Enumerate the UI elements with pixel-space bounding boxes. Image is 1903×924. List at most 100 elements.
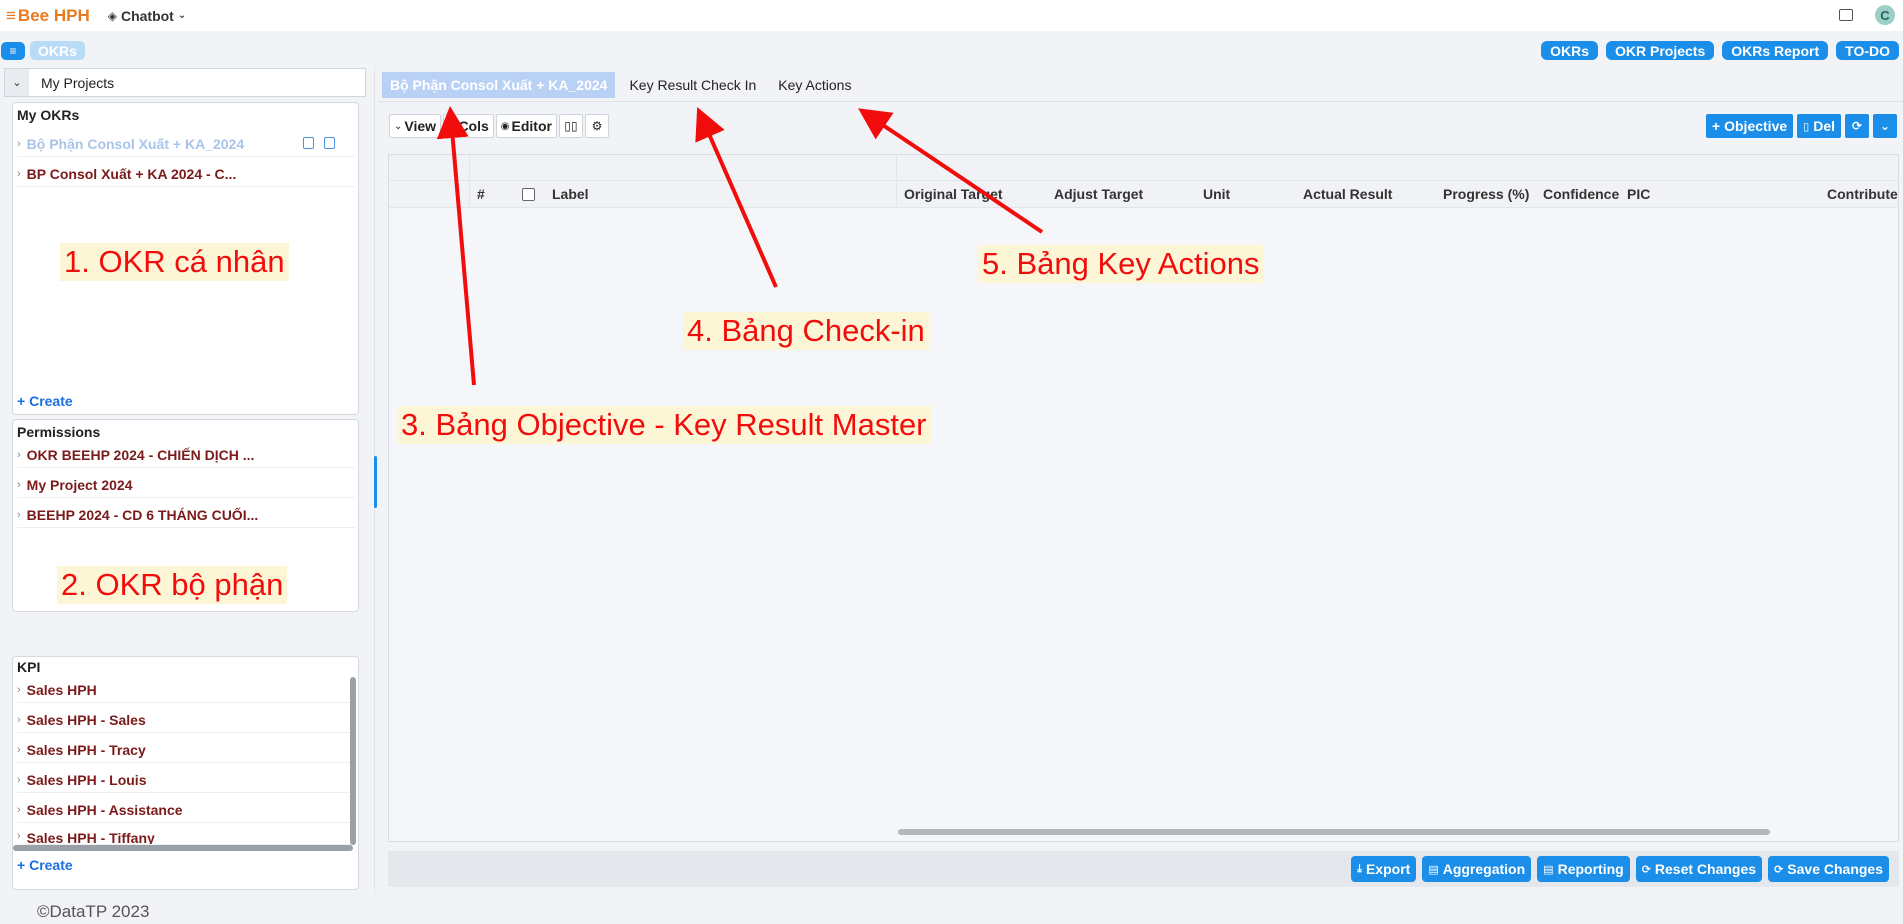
grid-toolbar: ⌄ View ⌄ Cols ◉ Editor ▯▯ ⚙: [389, 114, 609, 138]
permission-item[interactable]: › OKR BEEHP 2024 - CHIẾN DỊCH ...: [17, 442, 355, 468]
gear-icon[interactable]: ⚙: [584, 114, 609, 138]
hamburger-icon[interactable]: ≡: [6, 6, 16, 26]
reporting-label: Reporting: [1557, 861, 1624, 877]
col-contribute[interactable]: Contribute: [1827, 186, 1898, 202]
module-bar: ≡ OKRs OKRs OKR Projects OKRs Report TO-…: [0, 38, 1903, 63]
col-label[interactable]: Label: [552, 186, 589, 202]
trash-icon: ▯: [1803, 120, 1810, 133]
view-button[interactable]: ⌄ View: [389, 114, 442, 138]
kpi-item-label: Sales HPH - Assistance: [26, 801, 183, 818]
edit-icon[interactable]: [303, 137, 314, 149]
my-okr-item-label: BP Consol Xuất + KA 2024 - C...: [26, 165, 237, 182]
col-progress[interactable]: Progress (%): [1443, 186, 1529, 202]
file-icon: ▤: [1543, 863, 1554, 876]
kpi-horizontal-scrollbar[interactable]: [13, 845, 353, 851]
nav-okr-projects[interactable]: OKR Projects: [1605, 41, 1715, 60]
chevron-right-icon: ›: [17, 137, 21, 150]
kpi-item[interactable]: › Sales HPH - Tiffany: [17, 827, 355, 845]
module-chip[interactable]: OKRs: [30, 41, 85, 60]
avatar[interactable]: C: [1875, 5, 1895, 25]
chatbot-label: Chatbot: [120, 7, 174, 24]
select-all-checkbox[interactable]: [522, 188, 535, 201]
chevron-down-icon: ⌄: [177, 10, 187, 21]
eye-icon: ◉: [500, 120, 510, 132]
objective-label: Objective: [1724, 118, 1788, 134]
create-okr-button[interactable]: + Create: [17, 393, 73, 409]
export-button[interactable]: ⤓ Export: [1351, 856, 1417, 882]
kpi-vertical-scrollbar[interactable]: [350, 677, 356, 845]
module-nav: OKRs OKR Projects OKRs Report TO-DO: [1541, 41, 1899, 60]
add-objective-button[interactable]: + Objective: [1705, 114, 1794, 138]
my-okr-item-label: Bộ Phận Consol Xuất + KA_2024: [26, 135, 245, 152]
grid-body: [389, 208, 1898, 841]
sidebar: ⌄ My Projects My OKRs › Bộ Phận Consol X…: [0, 66, 370, 894]
kpi-item[interactable]: › Sales HPH - Louis: [17, 767, 355, 793]
tab-divider: [378, 101, 1903, 102]
create-kpi-button[interactable]: + Create: [17, 857, 73, 873]
chevron-down-icon: ⌄: [394, 120, 403, 132]
book-icon[interactable]: ▯▯: [558, 114, 583, 138]
chevron-down-icon[interactable]: ⌄: [1873, 114, 1897, 138]
kpi-item[interactable]: › Sales HPH - Sales: [17, 707, 355, 733]
brand[interactable]: ≡ Bee HPH: [6, 6, 90, 26]
col-actual-result[interactable]: Actual Result: [1303, 186, 1392, 202]
collapse-icon[interactable]: ⌄: [5, 69, 29, 96]
kpi-item[interactable]: › Sales HPH - Tracy: [17, 737, 355, 763]
panel-resizer[interactable]: [374, 456, 377, 508]
column-separator: [469, 155, 470, 208]
plus-icon: +: [1711, 118, 1721, 134]
create-label: Create: [29, 857, 73, 873]
grid-horizontal-scrollbar[interactable]: [898, 829, 1770, 835]
project-header-label: My Projects: [41, 74, 115, 91]
brand-name: Bee HPH: [17, 5, 90, 25]
kpi-item-label: Sales HPH: [26, 681, 97, 698]
message-icon[interactable]: [1839, 9, 1853, 21]
tab-key-actions[interactable]: Key Actions: [770, 72, 859, 98]
col-number[interactable]: #: [477, 186, 485, 202]
nav-todo[interactable]: TO-DO: [1836, 41, 1899, 60]
aggregation-button[interactable]: ▤ Aggregation: [1422, 856, 1532, 882]
chevron-right-icon: ›: [17, 167, 21, 180]
annotation-2: 2. OKR bộ phận: [57, 566, 288, 604]
view-label: View: [404, 118, 437, 134]
kpi-item-label: Sales HPH - Louis: [26, 771, 147, 788]
delete-button[interactable]: ▯ Del: [1797, 114, 1841, 138]
permission-item[interactable]: › My Project 2024: [17, 472, 355, 498]
tab-objective-master[interactable]: Bộ Phận Consol Xuất + KA_2024: [382, 72, 616, 98]
col-original-target[interactable]: Original Target: [904, 186, 1003, 202]
kpi-item-label: Sales HPH - Tracy: [26, 741, 146, 758]
permissions-title: Permissions: [17, 424, 101, 440]
tab-key-result-check-in[interactable]: Key Result Check In: [621, 72, 764, 98]
save-changes-button[interactable]: ⟳ Save Changes: [1768, 856, 1889, 882]
col-pic[interactable]: PIC: [1627, 186, 1650, 202]
trash-icon[interactable]: [324, 137, 335, 149]
reset-changes-button[interactable]: ⟳ Reset Changes: [1635, 856, 1763, 882]
kpi-item[interactable]: › Sales HPH: [17, 677, 355, 703]
del-label: Del: [1813, 118, 1835, 134]
annotation-4: 4. Bảng Check-in: [683, 312, 929, 350]
kpi-title: KPI: [17, 659, 41, 675]
col-confidence[interactable]: Confidence: [1543, 186, 1619, 202]
chevron-right-icon: ›: [17, 713, 21, 726]
reset-label: Reset Changes: [1654, 861, 1757, 877]
col-adjust-target[interactable]: Adjust Target: [1054, 186, 1143, 202]
kpi-item[interactable]: › Sales HPH - Assistance: [17, 797, 355, 823]
grid-actions: + Objective ▯ Del ⟳ ⌄: [1705, 114, 1897, 138]
refresh-icon[interactable]: ⟳: [1845, 114, 1869, 138]
my-okr-item[interactable]: › BP Consol Xuất + KA 2024 - C...: [17, 161, 355, 187]
col-unit[interactable]: Unit: [1203, 186, 1230, 202]
project-header[interactable]: ⌄ My Projects: [4, 68, 366, 97]
cols-button[interactable]: ⌄ Cols: [443, 114, 494, 138]
tab-bar: Bộ Phận Consol Xuất + KA_2024 Key Result…: [382, 72, 859, 98]
nav-okrs[interactable]: OKRs: [1541, 41, 1598, 60]
permission-item[interactable]: › BEEHP 2024 - CD 6 THÁNG CUỐI...: [17, 502, 355, 528]
my-okr-item[interactable]: › Bộ Phận Consol Xuất + KA_2024: [17, 131, 355, 157]
reporting-button[interactable]: ▤ Reporting: [1537, 856, 1630, 882]
annotation-1: 1. OKR cá nhân: [60, 243, 289, 281]
export-label: Export: [1365, 861, 1411, 877]
grid-footer: ⤓ Export ▤ Aggregation ▤ Reporting ⟳ Reset C…: [388, 851, 1899, 887]
nav-okrs-report[interactable]: OKRs Report: [1722, 41, 1829, 60]
chatbot-menu[interactable]: ◈ Chatbot ⌄: [108, 8, 187, 24]
menu-toggle-button[interactable]: ≡: [1, 42, 25, 60]
editor-button[interactable]: ◉ Editor: [495, 114, 557, 138]
